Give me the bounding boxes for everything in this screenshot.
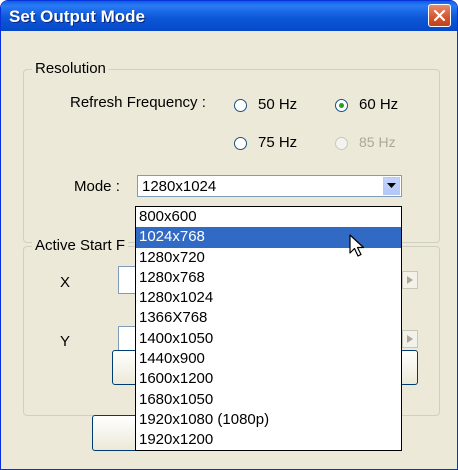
active-start-legend: Active Start F — [32, 237, 129, 254]
resolution-legend: Resolution — [32, 60, 109, 77]
mode-select-value: 1280x1024 — [142, 178, 217, 195]
dropdown-option[interactable]: 1680x1050 — [136, 390, 401, 410]
dropdown-option[interactable]: 1280x768 — [136, 268, 401, 288]
window-title: Set Output Mode — [9, 7, 145, 26]
arrow-right-icon — [407, 276, 413, 284]
close-button[interactable] — [428, 4, 451, 27]
radio-85hz — [335, 137, 348, 150]
radio-85hz-label: 85 Hz — [359, 134, 396, 150]
dropdown-option[interactable]: 1440x900 — [136, 349, 401, 369]
dialog-window: Set Output Mode Resolution Refresh Frequ… — [0, 0, 458, 470]
mouse-pointer-icon — [349, 234, 365, 257]
dropdown-option[interactable]: 800x600 — [136, 207, 401, 227]
mode-select[interactable]: 1280x1024 — [137, 175, 402, 197]
close-icon — [433, 9, 446, 22]
dropdown-option[interactable]: 1920x1200 — [136, 430, 401, 450]
dropdown-option[interactable]: 1366X768 — [136, 308, 401, 328]
radio-75hz[interactable] — [234, 137, 247, 150]
refresh-frequency-label: Refresh Frequency : — [70, 94, 206, 111]
y-label: Y — [60, 333, 71, 350]
radio-60hz[interactable] — [335, 99, 348, 112]
radio-75hz-label[interactable]: 75 Hz — [258, 134, 297, 151]
radio-50hz[interactable] — [234, 99, 247, 112]
dropdown-option[interactable]: 1600x1200 — [136, 369, 401, 389]
dropdown-option[interactable]: 1920x1080 (1080p) — [136, 410, 401, 430]
title-bar[interactable]: Set Output Mode — [1, 1, 457, 31]
dropdown-option[interactable]: 1280x1024 — [136, 288, 401, 308]
group-action-button-right[interactable] — [400, 350, 418, 385]
radio-60hz-label[interactable]: 60 Hz — [359, 96, 398, 113]
dropdown-option[interactable]: 1400x1050 — [136, 329, 401, 349]
chevron-down-icon — [387, 183, 396, 188]
x-label: X — [60, 274, 71, 291]
x-increase-button[interactable] — [402, 271, 418, 289]
mode-label: Mode : — [74, 178, 120, 195]
y-increase-button[interactable] — [402, 330, 418, 348]
mode-select-dropdown-button[interactable] — [383, 177, 400, 195]
arrow-right-icon — [407, 335, 413, 343]
radio-50hz-label[interactable]: 50 Hz — [258, 96, 297, 113]
